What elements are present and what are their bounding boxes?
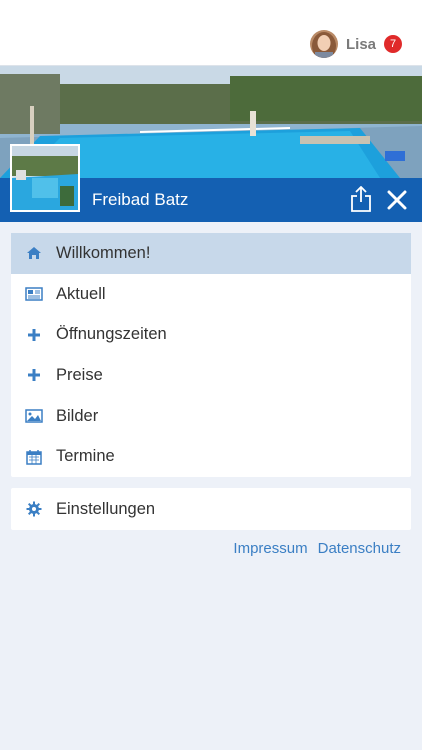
gear-icon — [11, 501, 56, 517]
menu-item-willkommen[interactable]: Willkommen! — [11, 233, 411, 274]
plus-icon — [11, 328, 56, 342]
datenschutz-link[interactable]: Datenschutz — [318, 540, 401, 557]
menu-label: Preise — [56, 365, 103, 384]
share-button[interactable] — [348, 184, 374, 214]
menu-label: Termine — [56, 447, 115, 466]
menu-item-bilder[interactable]: Bilder — [11, 396, 411, 437]
menu-item-einstellungen[interactable]: Einstellungen — [11, 488, 411, 530]
menu-label: Aktuell — [56, 284, 106, 303]
venue-title: Freibad Batz — [92, 190, 189, 209]
close-button[interactable] — [384, 187, 410, 213]
user-menu[interactable]: Lisa 7 — [309, 30, 402, 58]
close-icon — [387, 190, 407, 210]
menu-item-termine[interactable]: Termine — [11, 436, 411, 477]
home-icon — [11, 246, 56, 260]
venue-thumbnail — [10, 144, 80, 212]
impressum-link[interactable]: Impressum — [233, 540, 307, 557]
menu-item-oeffnungszeiten[interactable]: Öffnungszeiten — [11, 314, 411, 355]
notification-badge[interactable]: 7 — [384, 35, 402, 53]
avatar[interactable] — [309, 30, 338, 58]
user-name: Lisa — [345, 35, 376, 53]
calendar-icon — [11, 449, 56, 465]
footer-links: Impressum Datenschutz — [233, 540, 401, 557]
share-icon — [351, 186, 371, 212]
menu-label: Öffnungszeiten — [56, 325, 167, 344]
menu-item-aktuell[interactable]: Aktuell — [11, 274, 411, 315]
plus-icon — [11, 368, 56, 382]
newspaper-icon — [11, 287, 56, 301]
menu-item-preise[interactable]: Preise — [11, 355, 411, 396]
menu-label: Einstellungen — [56, 499, 156, 518]
menu-label: Willkommen! — [56, 243, 151, 262]
menu-label: Bilder — [56, 406, 99, 425]
image-icon — [11, 409, 56, 423]
main-menu: Willkommen! Aktuell Öffnungszeiten Preis… — [11, 233, 411, 478]
top-bar: Lisa 7 — [0, 0, 422, 66]
